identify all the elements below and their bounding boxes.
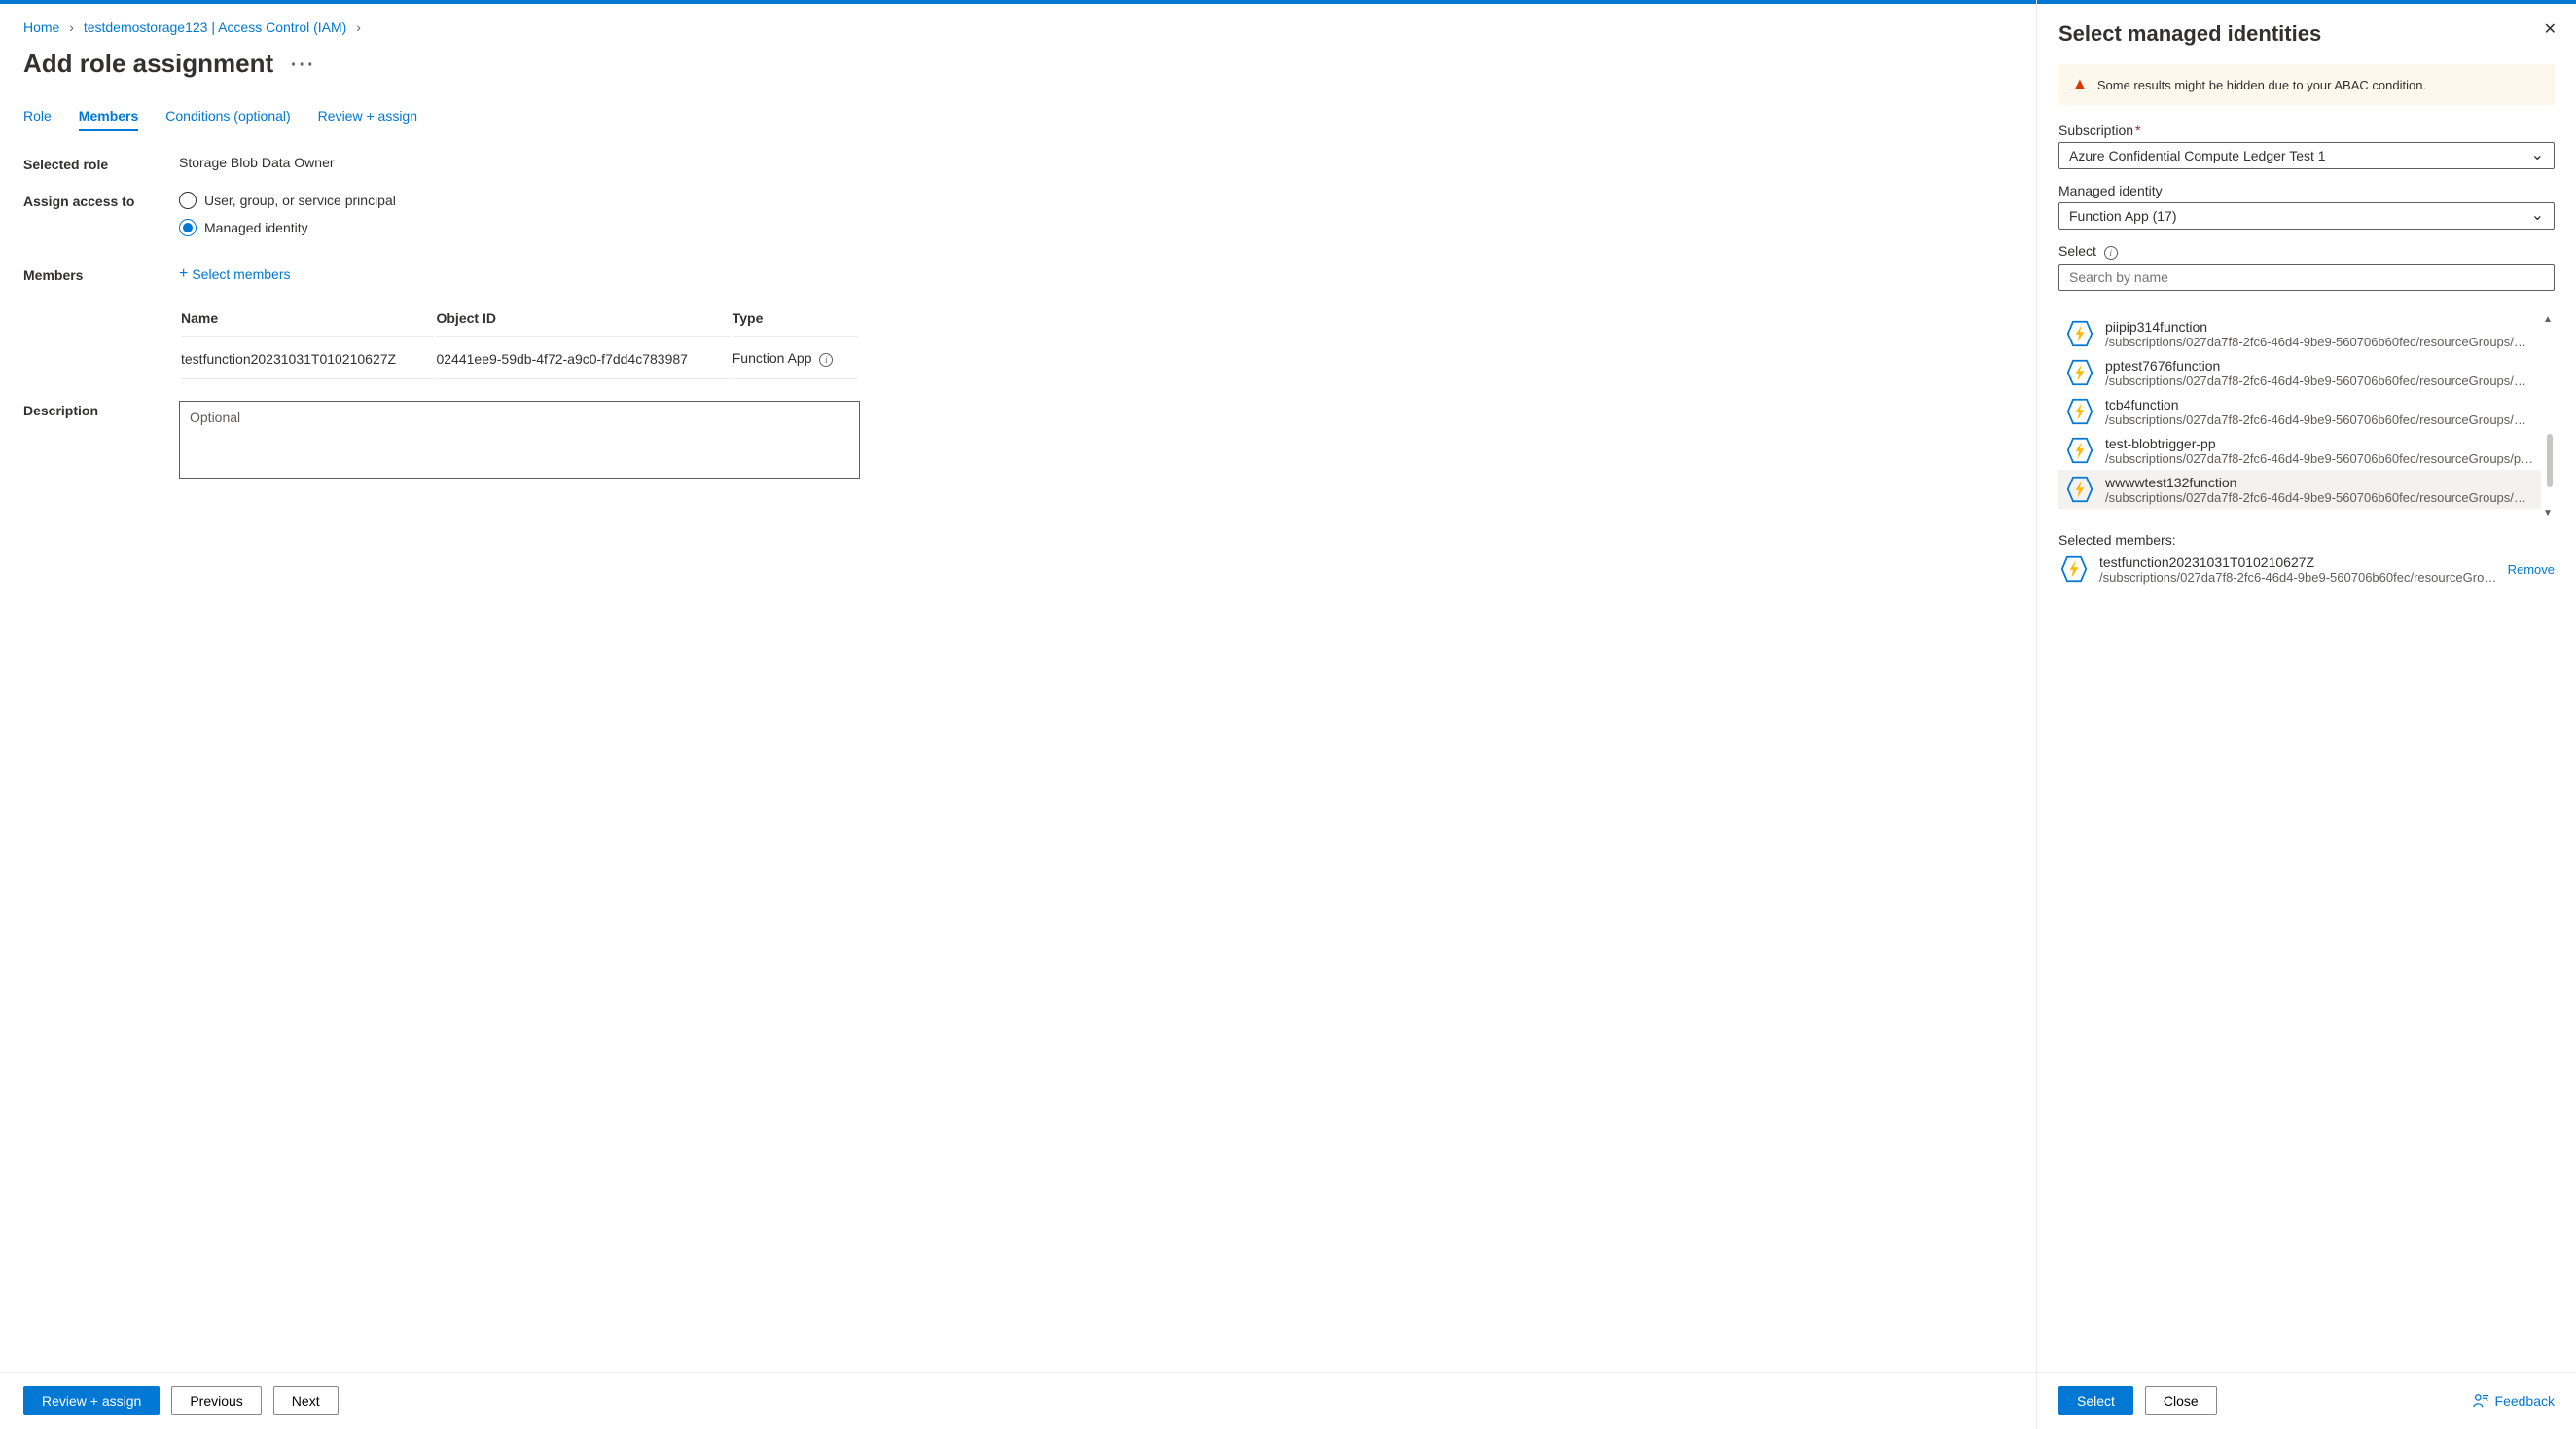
warning-icon: ▲ (2072, 76, 2088, 93)
function-app-icon (2064, 357, 2095, 388)
description-input[interactable] (179, 401, 860, 479)
function-app-icon (2064, 318, 2095, 349)
list-item[interactable]: test-blobtrigger-pp/subscriptions/027da7… (2058, 431, 2541, 470)
plus-icon: + (179, 266, 188, 283)
selected-role-label: Selected role (23, 155, 179, 172)
select-label: Select (2058, 243, 2555, 260)
tab-review[interactable]: Review + assign (318, 102, 417, 131)
selected-role-value: Storage Blob Data Owner (179, 155, 2013, 170)
feedback-link[interactable]: Feedback (2472, 1392, 2555, 1410)
col-name: Name (181, 301, 434, 337)
tab-role[interactable]: Role (23, 102, 52, 131)
remove-link[interactable]: Remove (2508, 562, 2555, 577)
previous-button[interactable]: Previous (171, 1386, 261, 1415)
more-icon[interactable]: ⋯ (289, 49, 316, 79)
tabs: Role Members Conditions (optional) Revie… (23, 102, 2013, 131)
info-icon[interactable] (2104, 246, 2118, 260)
identity-list: piipip314function/subscriptions/027da7f8… (2058, 314, 2555, 518)
breadcrumb: Home › testdemostorage123 | Access Contr… (23, 14, 2013, 41)
panel-footer: Select Close Feedback (2037, 1372, 2576, 1429)
breadcrumb-resource[interactable]: testdemostorage123 | Access Control (IAM… (84, 19, 347, 35)
function-app-icon (2064, 474, 2095, 505)
col-type: Type (733, 301, 858, 337)
subscription-label: Subscription* (2058, 123, 2555, 138)
list-item[interactable]: piipip314function/subscriptions/027da7f8… (2058, 314, 2541, 353)
page-title: Add role assignment ⋯ (23, 49, 2013, 79)
members-label: Members (23, 266, 179, 283)
selected-member-row: testfunction20231031T010210627Z /subscri… (2058, 554, 2555, 585)
next-button[interactable]: Next (273, 1386, 339, 1415)
managed-identity-label: Managed identity (2058, 183, 2555, 198)
search-input[interactable] (2058, 264, 2555, 291)
function-app-icon (2058, 554, 2090, 585)
tab-conditions[interactable]: Conditions (optional) (165, 102, 290, 131)
managed-identity-select[interactable]: Function App (17) (2058, 202, 2555, 230)
panel-title: Select managed identities (2058, 21, 2555, 47)
select-members-link[interactable]: + Select members (179, 266, 291, 283)
radio-icon (179, 192, 197, 209)
info-icon[interactable] (819, 353, 833, 367)
review-assign-button[interactable]: Review + assign (23, 1386, 160, 1415)
list-item[interactable]: pptest7676function/subscriptions/027da7f… (2058, 353, 2541, 392)
breadcrumb-home[interactable]: Home (23, 19, 59, 35)
feedback-icon (2472, 1392, 2489, 1410)
close-button[interactable]: Close (2145, 1386, 2217, 1415)
members-table: Name Object ID Type testfunction20231031… (179, 299, 860, 381)
selected-members-label: Selected members: (2058, 532, 2555, 548)
list-item[interactable]: tcb4function/subscriptions/027da7f8-2fc6… (2058, 392, 2541, 431)
col-object-id: Object ID (436, 301, 730, 337)
list-item[interactable]: wwwwtest132function/subscriptions/027da7… (2058, 470, 2541, 509)
subscription-select[interactable]: Azure Confidential Compute Ledger Test 1 (2058, 142, 2555, 169)
assign-access-label: Assign access to (23, 192, 179, 209)
scroll-down-icon[interactable]: ▼ (2541, 508, 2555, 518)
function-app-icon (2064, 435, 2095, 466)
tab-members[interactable]: Members (79, 102, 138, 131)
function-app-icon (2064, 396, 2095, 427)
close-icon[interactable]: ✕ (2544, 19, 2557, 39)
radio-user-group[interactable]: User, group, or service principal (179, 192, 2013, 209)
warning-banner: ▲ Some results might be hidden due to yo… (2058, 64, 2555, 105)
scrollbar[interactable] (2545, 328, 2555, 505)
select-button[interactable]: Select (2058, 1386, 2133, 1415)
table-row[interactable]: testfunction20231031T010210627Z 02441ee9… (181, 339, 858, 379)
radio-managed-identity[interactable]: Managed identity (179, 219, 2013, 236)
description-label: Description (23, 401, 179, 418)
side-panel: Select managed identities ✕ ▲ Some resul… (2036, 0, 2576, 1429)
main-footer: Review + assign Previous Next (0, 1372, 2036, 1429)
scroll-up-icon[interactable]: ▲ (2541, 314, 2555, 325)
radio-icon (179, 219, 197, 236)
